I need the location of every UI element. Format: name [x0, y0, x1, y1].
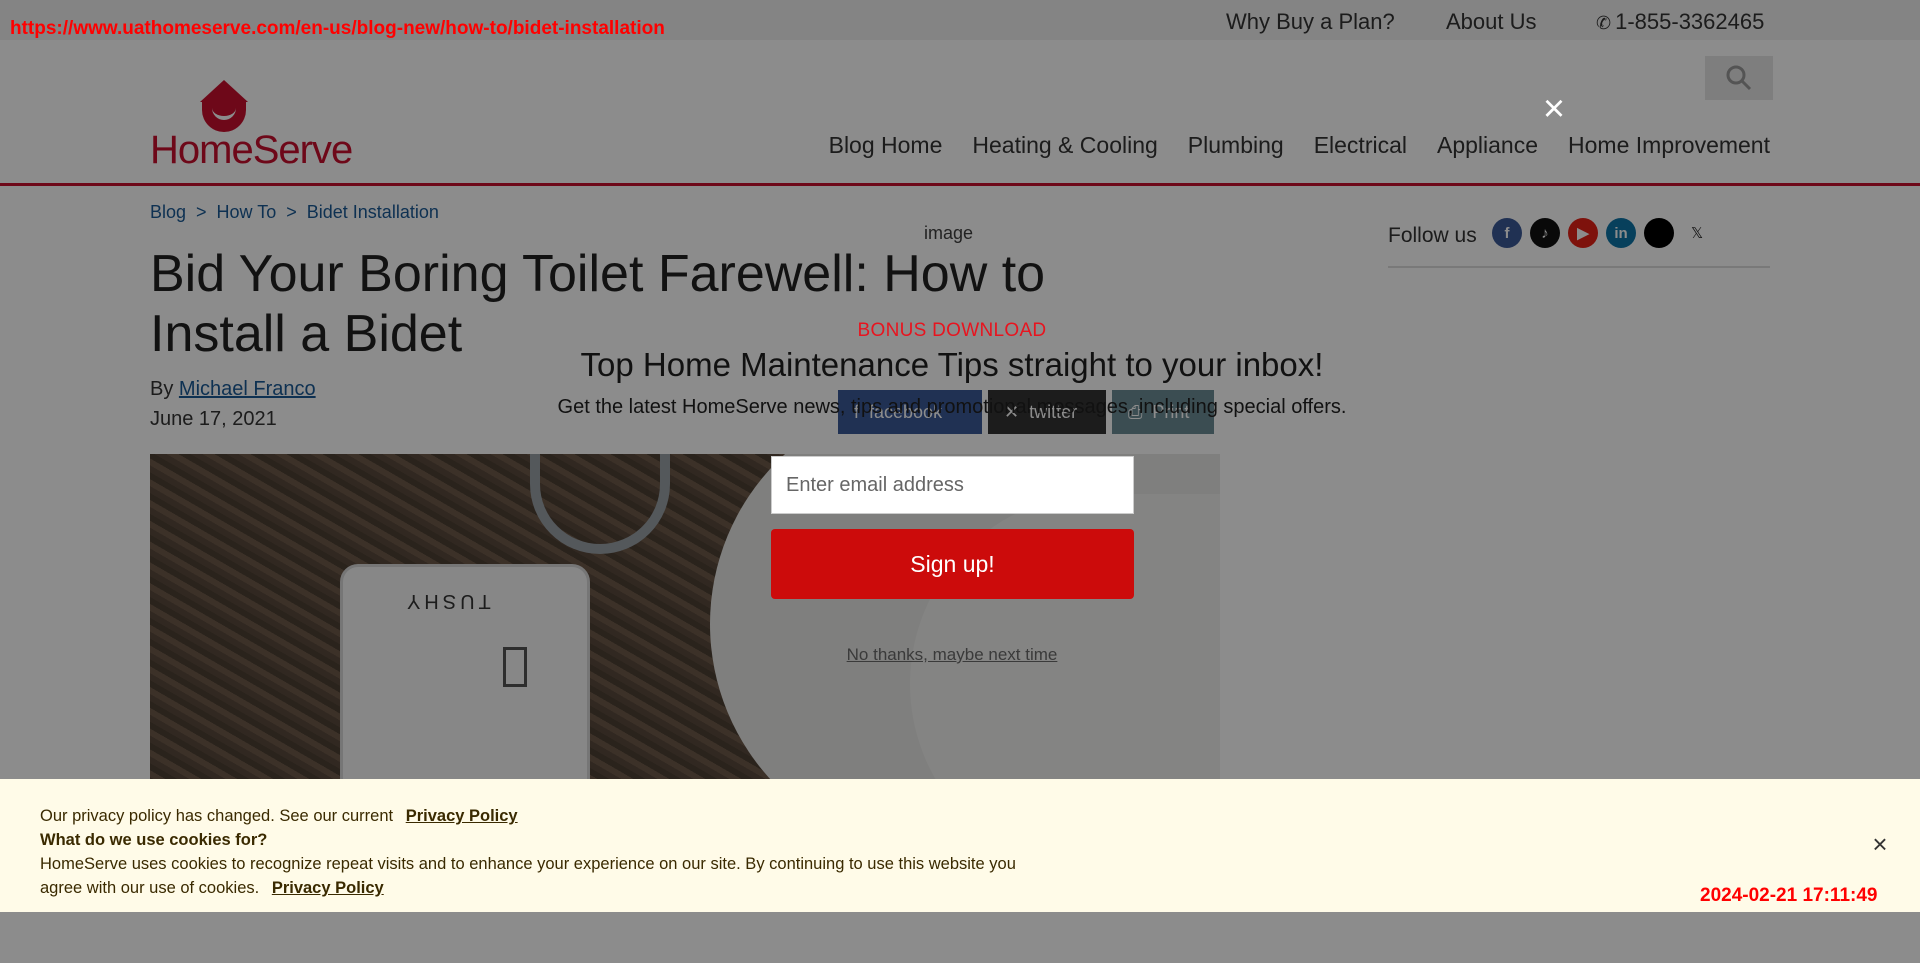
modal-image-placeholder: image	[924, 223, 974, 243]
cookie-banner: Our privacy policy has changed. See our …	[0, 779, 1920, 912]
cookie-line-4: agree with our use of cookies. Privacy P…	[40, 876, 384, 900]
email-field[interactable]	[771, 456, 1134, 514]
timestamp-stamp: 2024-02-21 17:11:49	[1700, 885, 1878, 906]
cookie-line-2: What do we use cookies for?	[40, 831, 268, 849]
modal-heading: Top Home Maintenance Tips straight to yo…	[580, 346, 1324, 383]
modal-kicker: BONUS DOWNLOAD	[857, 320, 1047, 341]
cookie-close-icon[interactable]: ×	[1868, 831, 1892, 857]
privacy-policy-link[interactable]: Privacy Policy	[406, 807, 518, 825]
cookie-line-3: HomeServe uses cookies to recognize repe…	[40, 855, 1016, 873]
no-thanks-link[interactable]: No thanks, maybe next time	[0, 645, 1904, 665]
modal-subtext: Get the latest HomeServe news, tips and …	[557, 396, 1347, 418]
cookie-line-1: Our privacy policy has changed. See our …	[40, 804, 518, 828]
modal-close-icon[interactable]: ×	[1538, 90, 1570, 128]
cookie-line-4-text: agree with our use of cookies.	[40, 879, 260, 897]
url-stamp: https://www.uathomeserve.com/en-us/blog-…	[10, 18, 665, 39]
privacy-policy-link-2[interactable]: Privacy Policy	[272, 879, 384, 897]
sign-up-button[interactable]: Sign up!	[771, 529, 1134, 599]
cookie-line-1-text: Our privacy policy has changed. See our …	[40, 807, 394, 825]
